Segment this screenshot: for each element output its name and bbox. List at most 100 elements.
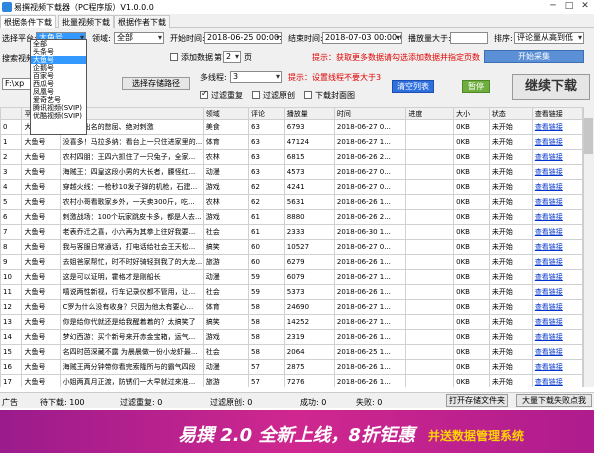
table-row[interactable]: 13 大鱼号 你是给你代就还是给我醒着着的？太搞笑了 搞笑 58 14252 2018-06… — [0, 314, 583, 330]
view-link[interactable]: 查看链接 — [531, 224, 583, 240]
table-row[interactable]: 15 大鱼号 名四时芭深藏不露 为晨晨做一份小龙虾最... 社会 58 2064 2018-… — [0, 344, 583, 360]
view-link[interactable]: 查看链接 — [531, 179, 583, 195]
view-link[interactable]: 查看链接 — [531, 239, 583, 255]
table-cell — [405, 374, 455, 387]
tab-condition-download[interactable]: 根据条件下载 — [0, 15, 56, 28]
maximize-icon[interactable]: □ — [562, 1, 576, 12]
platform-option[interactable]: 优酷视频(SVIP) — [31, 112, 86, 120]
continue-download-button[interactable]: 继续下载 — [512, 74, 590, 100]
sort-select[interactable]: 评论量从高到低 — [514, 32, 584, 44]
view-link[interactable]: 查看链接 — [531, 329, 583, 345]
table-cell: 未开始 — [488, 344, 533, 360]
column-header[interactable]: 状态 — [488, 107, 533, 120]
view-link[interactable]: 查看链接 — [531, 149, 583, 165]
column-header[interactable] — [0, 107, 23, 120]
platform-dropdown-list[interactable]: 全部 头条号 大鱼号 企鹅号 百家号 西瓜号 凤凰号 爱奇艺号 腾讯视频(SVIP) 优酷视频(S… — [30, 39, 87, 135]
column-header[interactable]: 进度 — [405, 107, 455, 120]
view-link[interactable]: 查看链接 — [531, 119, 583, 135]
view-link[interactable]: 查看链接 — [531, 194, 583, 210]
start-collect-button[interactable]: 开始采集 — [484, 50, 584, 63]
table-cell — [405, 224, 455, 240]
table-row[interactable]: 10 大鱼号 这是可以证明，霍格才是刚船长 动漫 59 6079 2018-06-27 1.… — [0, 269, 583, 285]
table-cell: 0KB — [453, 359, 490, 375]
platform-option[interactable]: 爱奇艺号 — [31, 96, 86, 104]
table-row[interactable]: 16 大鱼号 海贼王两分钟带你看完索隆所与的霸气四段 动漫 57 2875 2018-06-… — [0, 359, 583, 375]
threads-label: 多线程: — [200, 73, 227, 82]
column-header[interactable]: 领域 — [202, 107, 250, 120]
tab-bar: 根据条件下载 批量视频下载 根据作者下载 — [0, 14, 594, 28]
table-row[interactable]: 2 大鱼号 农村四朋：王四六抓住了一只兔子，全家... 农林 63 6815 2018-06… — [0, 149, 583, 165]
table-row[interactable]: 6 大鱼号 刺激战场：100个玩家跳皮卡多，都是人去... 游戏 61 8880 2018-… — [0, 209, 583, 225]
table-cell: 2018-06-26 1... — [333, 359, 407, 375]
column-header[interactable]: 查看链接 — [531, 107, 583, 120]
open-folder-button[interactable]: 打开存储文件夹 — [446, 394, 508, 407]
table-row[interactable]: 11 大鱼号 嘻说两性新视，行车记录仪都不管用，让... 社会 59 5373 2018-0… — [0, 284, 583, 300]
view-link[interactable]: 查看链接 — [531, 299, 583, 315]
view-link[interactable]: 查看链接 — [531, 164, 583, 180]
platform-option[interactable]: 企鹅号 — [31, 64, 86, 72]
platform-option[interactable]: 凤凰号 — [31, 88, 86, 96]
platform-option[interactable]: 腾讯视频(SVIP) — [31, 104, 86, 112]
page-number-select[interactable]: 2 — [223, 51, 241, 63]
minimize-icon[interactable]: ─ — [546, 1, 560, 12]
view-link[interactable]: 查看链接 — [531, 284, 583, 300]
table-cell: 未开始 — [488, 164, 533, 180]
add-data-checkbox[interactable] — [170, 53, 178, 61]
table-row[interactable]: 0大鱼号宣判最出名的憋屈、绝对刺激美食6367932018-06-27 0...… — [0, 119, 583, 135]
table-row[interactable]: 17 大鱼号 小姐两真月正渡，防锈们一大早就过来准... 旅游 57 7276 2018-0… — [0, 374, 583, 387]
table-cell: 嘻说两性新视，行车记录仪都不管用，让... — [59, 284, 204, 300]
table-row[interactable]: 8 大鱼号 我与客服日常通话，打电话给社会王天松... 搞笑 60 10527 2018-0… — [0, 239, 583, 255]
batch-fail-button[interactable]: 大量下载失败点我 — [516, 394, 592, 407]
view-link[interactable]: 查看链接 — [531, 374, 583, 387]
platform-option[interactable]: 全部 — [31, 40, 86, 48]
table-row[interactable]: 9 大鱼号 去姐爸家帮忙，时不时好骑轻到我了的大龙... 旅游 60 6279 2018-0… — [0, 254, 583, 270]
pause-button[interactable]: 暂停 — [462, 80, 490, 93]
table-cell: 搞笑 — [202, 314, 250, 330]
start-time-picker[interactable]: 2018-06-25 00:00:00 — [204, 32, 282, 44]
field-select[interactable]: 全部 — [114, 32, 164, 44]
platform-option[interactable]: 百家号 — [31, 72, 86, 80]
tab-author-download[interactable]: 根据作者下载 — [114, 15, 170, 28]
table-row[interactable]: 7 大鱼号 老表乔迁之喜，小六再为其拳上往好我要... 社会 61 2333 2018-06… — [0, 224, 583, 240]
column-header[interactable]: 评论 — [248, 107, 285, 120]
table-row[interactable]: 3 大鱼号 海贼王：四皇这段小男的大长者，腰怪红... 动漫 63 4573 2018-06… — [0, 164, 583, 180]
table-cell: 0KB — [453, 329, 490, 345]
table-row[interactable]: 12 大鱼号 C罗为什么没有收身？只因为他太有要心... 体育 58 24690 2018-… — [0, 299, 583, 315]
choose-path-button[interactable]: 选择存储路径 — [122, 77, 190, 90]
table-cell: 6 — [0, 209, 23, 225]
view-link[interactable]: 查看链接 — [531, 344, 583, 360]
table-cell: 大鱼号 — [21, 329, 61, 345]
platform-option[interactable]: 西瓜号 — [31, 80, 86, 88]
view-link[interactable]: 查看链接 — [531, 359, 583, 375]
table-cell: 2333 — [283, 224, 335, 240]
filter-original-checkbox[interactable] — [252, 91, 260, 99]
column-header[interactable]: 时间 — [333, 107, 407, 120]
table-row[interactable]: 1 大鱼号 没喜多！马拉多纳：看台上一只住进家里的... 体育 63 47124 2018-… — [0, 134, 583, 150]
platform-option[interactable]: 头条号 — [31, 48, 86, 56]
filter-duplicate-checkbox[interactable] — [200, 89, 208, 99]
platform-option[interactable]: 大鱼号 — [31, 56, 86, 64]
view-link[interactable]: 查看链接 — [531, 314, 583, 330]
view-link[interactable]: 查看链接 — [531, 269, 583, 285]
close-icon[interactable]: ✕ — [578, 1, 592, 12]
threads-select[interactable]: 3 — [230, 71, 282, 83]
download-cover-checkbox[interactable] — [304, 91, 312, 99]
clear-list-button[interactable]: 清空列表 — [392, 80, 434, 93]
table-cell: 0KB — [453, 269, 490, 285]
scrollbar-thumb[interactable] — [584, 118, 593, 154]
tab-batch-download[interactable]: 批量视频下载 — [58, 15, 114, 28]
view-link[interactable]: 查看链接 — [531, 134, 583, 150]
play-count-input[interactable] — [450, 32, 488, 44]
table-cell: 社会 — [202, 284, 250, 300]
column-header[interactable]: 大小 — [453, 107, 490, 120]
table-cell: 大鱼号 — [21, 269, 61, 285]
view-link[interactable]: 查看链接 — [531, 254, 583, 270]
end-time-picker[interactable]: 2018-07-03 00:00:00 — [322, 32, 402, 44]
table-row[interactable]: 14 大鱼号 梦幻西游：买个新号来开赤金宝箱，运气... 游戏 58 2319 2018-0… — [0, 329, 583, 345]
table-cell: 0KB — [453, 299, 490, 315]
view-link[interactable]: 查看链接 — [531, 209, 583, 225]
table-row[interactable]: 4 大鱼号 穿越火线：一枪秒10发子弹的机枪，石建... 游戏 62 4241 2018-0… — [0, 179, 583, 195]
table-cell — [405, 284, 455, 300]
column-header[interactable]: 播放量 — [283, 107, 335, 120]
table-row[interactable]: 5 大鱼号 农村小哥看歌家乡外，一天卖300斤，吃... 农林 62 5631 2018-0… — [0, 194, 583, 210]
